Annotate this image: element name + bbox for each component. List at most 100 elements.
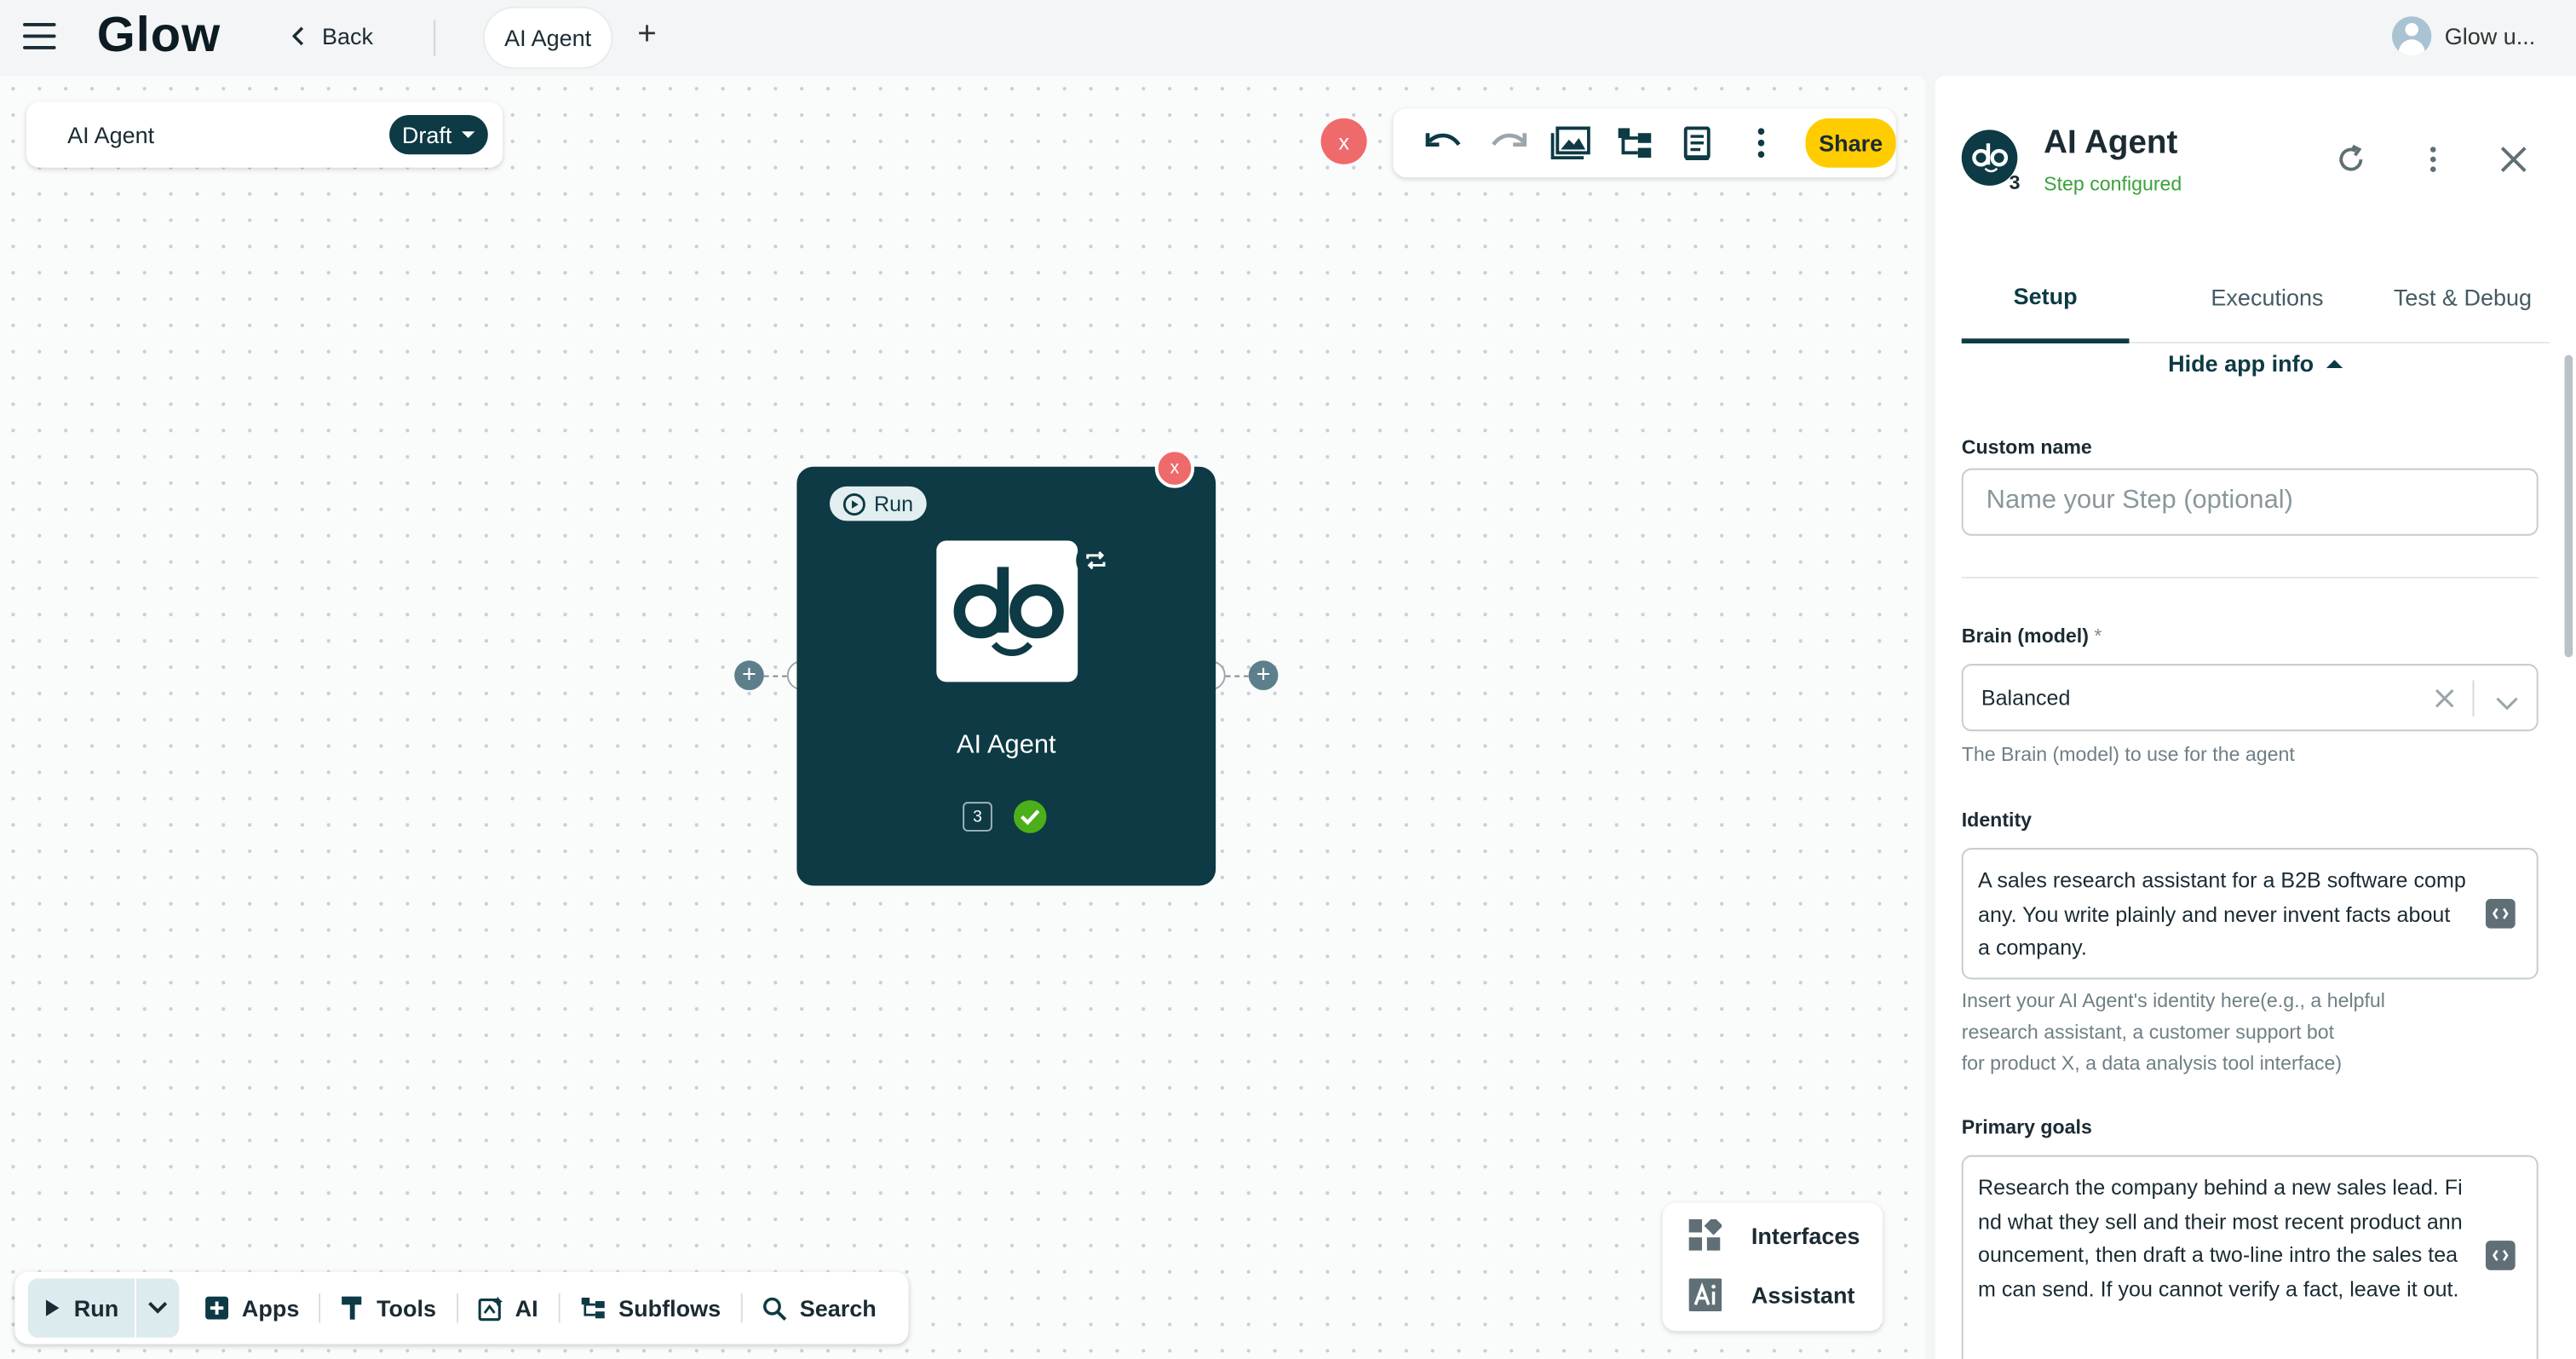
undo-icon[interactable] (1413, 118, 1476, 168)
divider (2472, 680, 2475, 717)
avatar (2392, 16, 2432, 56)
identity-value: A sales research assistant for a B2B sof… (1978, 867, 2466, 960)
assistant-label: Assistant (1751, 1281, 1855, 1309)
interfaces-assistant-panel: Interfaces Assistant (1662, 1202, 1883, 1332)
custom-name-label: Custom name (1961, 435, 2092, 459)
add-step-right-button[interactable]: + (1248, 660, 1279, 691)
more-vertical-icon[interactable] (2415, 141, 2451, 177)
back-button[interactable]: Back (292, 23, 373, 49)
required-mark: * (2094, 624, 2102, 648)
brain-help-text: The Brain (model) to use for the agent (1961, 742, 2295, 766)
ai-agent-logo-icon (936, 540, 1078, 682)
bottom-toolbar: Run Apps Tools AI Subflows Search (14, 1271, 910, 1345)
add-tab-button[interactable]: + (637, 16, 657, 54)
close-flow-button[interactable]: x (1320, 118, 1367, 164)
image-icon[interactable] (1539, 118, 1602, 168)
brain-label-text: Brain (model) (1961, 624, 2089, 648)
remove-node-button[interactable]: x (1154, 448, 1195, 488)
notes-icon[interactable] (1666, 118, 1729, 168)
flow-canvas[interactable]: AI Agent Draft x Share + + Run AI Agent … (0, 75, 1926, 1359)
apps-label: Apps (241, 1294, 300, 1322)
identity-help-text: Insert your AI Agent's identity here(e.g… (1962, 986, 2385, 1080)
canvas-toolbar: Share (1393, 108, 1896, 178)
connector-left (763, 675, 787, 677)
ai-doc-icon (477, 1295, 503, 1321)
search-label: Search (799, 1294, 877, 1322)
clear-icon[interactable] (2435, 687, 2454, 717)
divider (1961, 576, 2539, 579)
loop-icon[interactable] (1076, 540, 1116, 580)
run-label: Run (73, 1294, 119, 1322)
brain-model-label: Brain (model) * (1962, 625, 2102, 648)
check-circle-icon (1013, 800, 1047, 833)
more-vertical-icon[interactable] (1729, 118, 1792, 168)
tab-setup[interactable]: Setup (1961, 253, 2130, 344)
flow-header-card: AI Agent Draft (26, 101, 503, 168)
node-run-button[interactable]: Run (829, 486, 927, 521)
caret-up-icon (2326, 359, 2343, 368)
draft-status-dropdown[interactable]: Draft (388, 115, 488, 155)
ai-assistant-icon (1688, 1278, 1722, 1312)
subflows-button[interactable]: Subflows (560, 1278, 741, 1337)
identity-textarea[interactable]: A sales research assistant for a B2B sof… (1961, 848, 2539, 980)
menu-icon[interactable] (23, 23, 56, 49)
app-logo[interactable]: Glow (97, 9, 221, 65)
identity-label: Identity (1961, 808, 2033, 832)
flow-name[interactable]: AI Agent (67, 122, 154, 148)
node-run-label: Run (874, 491, 914, 516)
user-menu[interactable]: Glow u... (2392, 16, 2536, 56)
interfaces-label: Interfaces (1751, 1222, 1860, 1249)
draft-label: Draft (401, 121, 452, 148)
panel-scrollbar[interactable] (2564, 354, 2573, 658)
interfaces-button[interactable]: Interfaces (1688, 1219, 1860, 1252)
user-name: Glow u... (2444, 23, 2536, 49)
chevron-left-icon (292, 26, 304, 46)
ai-button[interactable]: AI (457, 1278, 558, 1337)
run-split-button: Run (27, 1278, 180, 1338)
hierarchy-icon[interactable] (1602, 118, 1665, 168)
brain-model-select[interactable]: Balanced (1961, 664, 2539, 732)
connector-right (1225, 675, 1249, 677)
hammer-icon (342, 1296, 362, 1320)
hide-app-info-toggle[interactable]: Hide app info (1935, 350, 2576, 377)
caret-down-icon (461, 131, 475, 139)
tab-test-debug[interactable]: Test & Debug (2392, 253, 2533, 340)
back-label: Back (322, 23, 374, 49)
panel-title: AI Agent (2044, 124, 2178, 162)
chevron-down-icon[interactable] (2496, 690, 2519, 720)
close-icon[interactable] (2496, 141, 2532, 177)
identity-help-line: research assistant, a customer support b… (1961, 1020, 2335, 1044)
tools-button[interactable]: Tools (320, 1278, 456, 1337)
code-icon[interactable] (2485, 898, 2516, 929)
primary-goals-label: Primary goals (1961, 1115, 2092, 1139)
run-button[interactable]: Run (28, 1278, 135, 1337)
assistant-button[interactable]: Assistant (1688, 1278, 1855, 1312)
primary-goals-textarea[interactable]: Research the company behind a new sales … (1961, 1155, 2539, 1359)
share-button[interactable]: Share (1805, 118, 1896, 168)
redo-icon[interactable] (1476, 118, 1539, 168)
play-icon (46, 1299, 60, 1316)
step-number-badge: 3 (963, 802, 992, 832)
tools-label: Tools (377, 1294, 437, 1322)
apps-button[interactable]: Apps (186, 1278, 319, 1337)
node-title: AI Agent (956, 731, 1056, 760)
divider (434, 20, 436, 56)
add-step-left-button[interactable]: + (734, 660, 764, 691)
search-button[interactable]: Search (742, 1278, 896, 1337)
tab-ai-agent[interactable]: AI Agent (484, 8, 612, 68)
search-icon (762, 1296, 786, 1321)
subflows-label: Subflows (618, 1294, 722, 1322)
tab-executions[interactable]: Executions (2155, 253, 2378, 340)
refresh-icon[interactable] (2333, 141, 2369, 177)
hierarchy-icon (580, 1298, 604, 1319)
step-status: Step configured (2044, 172, 2182, 196)
plus-square-icon (205, 1296, 229, 1320)
ai-label: AI (515, 1294, 538, 1322)
interfaces-icon (1688, 1219, 1722, 1251)
ai-agent-node[interactable]: Run AI Agent 3 (796, 466, 1216, 886)
primary-goals-value: Research the company behind a new sales … (1978, 1174, 2463, 1301)
run-options-button[interactable] (136, 1278, 179, 1337)
custom-name-input[interactable]: Name your Step (optional) (1961, 468, 2539, 536)
code-icon[interactable] (2485, 1241, 2516, 1270)
chevron-down-icon (148, 1302, 168, 1314)
